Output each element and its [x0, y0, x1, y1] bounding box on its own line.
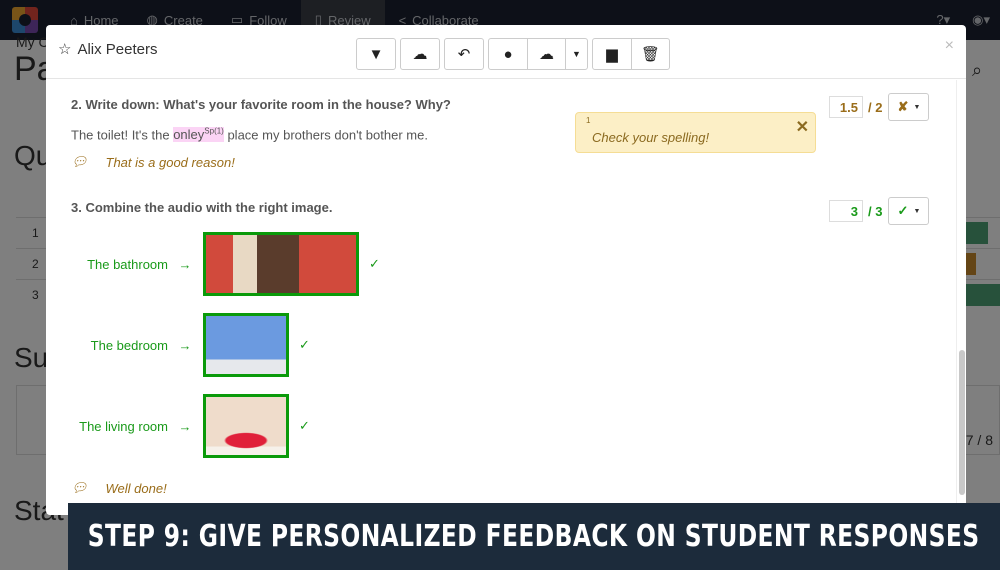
undo-pen-icon: ↶	[457, 46, 471, 63]
score-q3: 3/ 3 ✓ ▼	[829, 197, 930, 225]
modal-body: 2. Write down: What's your favorite room…	[46, 80, 956, 515]
close-note-icon[interactable]: ✕	[796, 117, 809, 137]
spelling-mark[interactable]: onleySp(1)	[173, 127, 224, 143]
archive-icon: ▆	[606, 46, 618, 63]
match-item: The bedroom → ✓	[74, 313, 310, 377]
caret-down-icon: ▼	[572, 49, 581, 59]
living-room-image[interactable]	[203, 394, 289, 458]
step-caption-banner: STEP 9: GIVE PERSONALIZED FEEDBACK ON ST…	[68, 503, 1000, 570]
question-title: 2. Write down: What's your favorite room…	[71, 97, 451, 112]
cloud-user-button[interactable]: ☁	[527, 39, 565, 69]
delete-button[interactable]: 🗑	[631, 39, 669, 69]
close-icon[interactable]: ×	[945, 37, 954, 55]
user-button[interactable]: ●	[489, 39, 527, 69]
status-dropdown[interactable]: ✓ ▼	[888, 197, 930, 225]
status-dropdown[interactable]: ✘ ▼	[888, 93, 930, 121]
feedback-comment[interactable]: 💬︎ Well done!	[71, 480, 167, 496]
bathroom-image[interactable]	[203, 232, 359, 296]
cloud-user-icon: ☁	[539, 46, 554, 63]
scrollbar-thumb[interactable]	[959, 350, 965, 495]
more-dropdown[interactable]: ▼	[565, 39, 587, 69]
student-answer: The toilet! It's the onleySp(1) place my…	[71, 127, 428, 143]
bedroom-image[interactable]	[203, 313, 289, 377]
download-button[interactable]: ☁	[401, 39, 439, 69]
scrollbar[interactable]	[956, 80, 966, 515]
student-name: Alix Peeters	[77, 40, 158, 58]
student-review-modal: ☆ Alix Peeters ▼ ☁ ↶ ● ☁ ▼ ▆ 🗑 × 2. Write do…	[46, 25, 966, 515]
feedback-comment[interactable]: 💬︎ That is a good reason!	[71, 154, 235, 170]
score-input[interactable]: 1.5	[829, 96, 863, 118]
archive-button[interactable]: ▆	[593, 39, 631, 69]
trash-icon: 🗑	[640, 46, 661, 63]
correction-note: 1 Check your spelling! ✕	[575, 112, 816, 153]
score-q2: 1.5/ 2 ✘ ▼	[829, 93, 930, 121]
user-icon: ●	[503, 45, 513, 63]
speech-bubble-icon: 💬︎	[71, 154, 88, 169]
filter-icon: ▼	[368, 45, 384, 63]
star-icon[interactable]: ☆	[58, 40, 71, 58]
score-input[interactable]: 3	[829, 200, 863, 222]
speech-bubble-icon: 💬︎	[71, 480, 88, 495]
question-title: 3. Combine the audio with the right imag…	[71, 200, 333, 215]
reset-button[interactable]: ↶	[445, 39, 483, 69]
match-item: The bathroom → ✓	[74, 232, 380, 296]
filter-button[interactable]: ▼	[357, 39, 395, 69]
cloud-download-icon: ☁	[412, 46, 428, 63]
match-item: The living room → ✓	[74, 394, 310, 458]
